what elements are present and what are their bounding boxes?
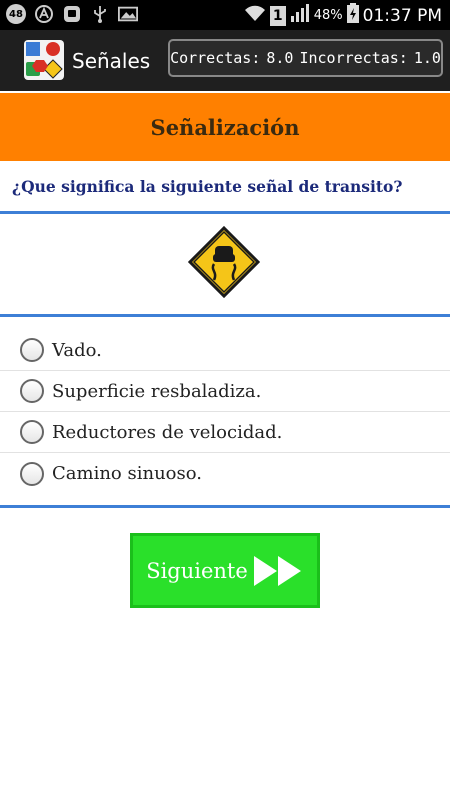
radio-button[interactable] (20, 420, 44, 444)
status-left-icons: 48 (6, 4, 138, 24)
divider-top (0, 211, 450, 214)
usb-icon (90, 4, 110, 24)
incorrect-value: 1.0 (413, 49, 441, 67)
clock: 01:37 PM (362, 5, 442, 26)
score-box: Correctas: 8.0 Incorrectas: 1.0 (168, 39, 443, 77)
section-header: Señalización (0, 93, 450, 161)
image-icon (118, 4, 138, 24)
option-label[interactable]: Vado. (52, 340, 102, 361)
divider-bottom (0, 505, 450, 508)
next-button-label: Siguiente (146, 558, 248, 583)
app-square-icon (62, 4, 82, 24)
answer-options: Vado. Superficie resbaladiza. Reductores… (0, 330, 450, 494)
battery-percent: 48% (313, 8, 343, 23)
option-row[interactable]: Vado. (0, 330, 450, 371)
app-title: Señales (72, 49, 151, 73)
status-bar: 48 1 48% 01:37 PM (0, 0, 450, 30)
option-row[interactable]: Superficie resbaladiza. (0, 371, 450, 412)
app-bar: Señales Correctas: 8.0 Incorrectas: 1.0 (0, 30, 450, 91)
option-label[interactable]: Camino sinuoso. (52, 463, 202, 484)
battery-icon (346, 3, 359, 28)
a-circle-icon (34, 4, 54, 24)
next-button[interactable]: Siguiente (130, 533, 320, 608)
sim-icon: 1 (269, 5, 286, 26)
wifi-icon (244, 4, 266, 27)
correct-label: Correctas: (170, 49, 261, 67)
signal-icon (290, 4, 310, 27)
question-text: ¿Que significa la siguiente señal de tra… (12, 177, 403, 196)
notification-count-icon: 48 (6, 4, 26, 24)
divider-middle (0, 314, 450, 317)
radio-button[interactable] (20, 338, 44, 362)
radio-button[interactable] (20, 461, 44, 486)
option-row[interactable]: Reductores de velocidad. (0, 412, 450, 453)
status-right-icons: 1 48% 01:37 PM (244, 3, 442, 28)
option-label[interactable]: Superficie resbaladiza. (52, 381, 261, 402)
option-row[interactable]: Camino sinuoso. (0, 453, 450, 494)
option-label[interactable]: Reductores de velocidad. (52, 422, 282, 443)
radio-button[interactable] (20, 379, 44, 403)
section-title: Señalización (150, 114, 300, 140)
fast-forward-icon (253, 555, 301, 586)
correct-value: 8.0 (266, 49, 294, 67)
incorrect-label: Incorrectas: (299, 49, 408, 67)
app-logo-icon[interactable] (24, 40, 64, 80)
slippery-road-sign-icon (187, 225, 261, 299)
